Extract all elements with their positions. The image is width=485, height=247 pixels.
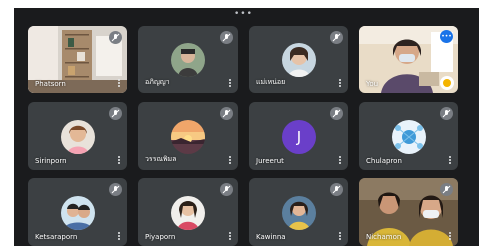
participant-name: Kawinna: [256, 233, 286, 241]
mic-off-icon: [330, 107, 343, 120]
mic-off-icon: [109, 31, 122, 44]
more-vertical-icon[interactable]: [229, 156, 232, 166]
participant-name: Piyaporn: [145, 233, 176, 241]
participant-name: แม่เหน่อย: [256, 78, 286, 86]
participant-tile-kawinna[interactable]: Kawinna: [249, 178, 348, 246]
avatar: [282, 43, 316, 77]
more-options-dots[interactable]: •••: [234, 10, 253, 19]
participant-tile-jureerut[interactable]: J Jureerut: [249, 102, 348, 170]
participant-name: Phatsorn: [35, 80, 66, 88]
participant-name: Chulapron: [366, 157, 402, 165]
emoji-reaction-icon[interactable]: [440, 76, 454, 90]
participant-tile-phatsorn[interactable]: Phatsorn: [28, 26, 127, 93]
mic-off-icon: [109, 107, 122, 120]
more-vertical-icon[interactable]: [118, 79, 121, 89]
avatar: [61, 120, 95, 154]
participant-tile-chulapron[interactable]: Chulapron: [359, 102, 458, 170]
more-vertical-icon[interactable]: [229, 79, 232, 89]
participant-name: Ketsaraporn: [35, 233, 78, 241]
mic-off-icon: [220, 107, 233, 120]
avatar: [171, 120, 205, 154]
mic-off-icon: [330, 183, 343, 196]
mic-off-icon: [220, 183, 233, 196]
audio-level-icon: •••: [440, 30, 453, 43]
participant-tile-maenoi[interactable]: แม่เหน่อย: [249, 26, 348, 93]
participant-tile-apinya[interactable]: อภิญญา: [138, 26, 238, 93]
mic-off-icon: [109, 183, 122, 196]
mic-off-icon: [440, 107, 453, 120]
participant-name: You: [366, 80, 379, 88]
participant-name: Sirinporn: [35, 157, 67, 165]
avatar: [392, 120, 426, 154]
participant-name: Jureerut: [256, 157, 284, 165]
avatar: [171, 196, 205, 230]
more-vertical-icon[interactable]: [229, 232, 232, 242]
participant-name: วรรณพิมล: [145, 155, 177, 163]
participant-tile-ketsaraporn[interactable]: Ketsaraporn: [28, 178, 127, 246]
more-vertical-icon[interactable]: [449, 232, 452, 242]
participant-tile-piyaporn[interactable]: Piyaporn: [138, 178, 238, 246]
mic-off-icon: [220, 31, 233, 44]
participant-tile-nichamon[interactable]: Nichamon: [359, 178, 458, 246]
participant-tile-wanpimon[interactable]: วรรณพิมล: [138, 102, 238, 170]
mic-off-icon: [330, 31, 343, 44]
more-vertical-icon[interactable]: [449, 156, 452, 166]
mic-off-icon: [440, 183, 453, 196]
participant-name: Nichamon: [366, 233, 402, 241]
meeting-grid: ••• Phatsorn อภิญญา แม่เหน่อย ••• You Si…: [14, 8, 479, 246]
participant-name: อภิญญา: [145, 78, 170, 86]
avatar: [282, 196, 316, 230]
avatar: J: [282, 120, 316, 154]
avatar: [171, 43, 205, 77]
more-vertical-icon[interactable]: [339, 79, 342, 89]
more-vertical-icon[interactable]: [339, 232, 342, 242]
participant-tile-you[interactable]: ••• You: [359, 26, 458, 93]
avatar: [61, 196, 95, 230]
more-vertical-icon[interactable]: [118, 156, 121, 166]
more-vertical-icon[interactable]: [339, 156, 342, 166]
more-vertical-icon[interactable]: [118, 232, 121, 242]
participant-tile-sirinporn[interactable]: Sirinporn: [28, 102, 127, 170]
